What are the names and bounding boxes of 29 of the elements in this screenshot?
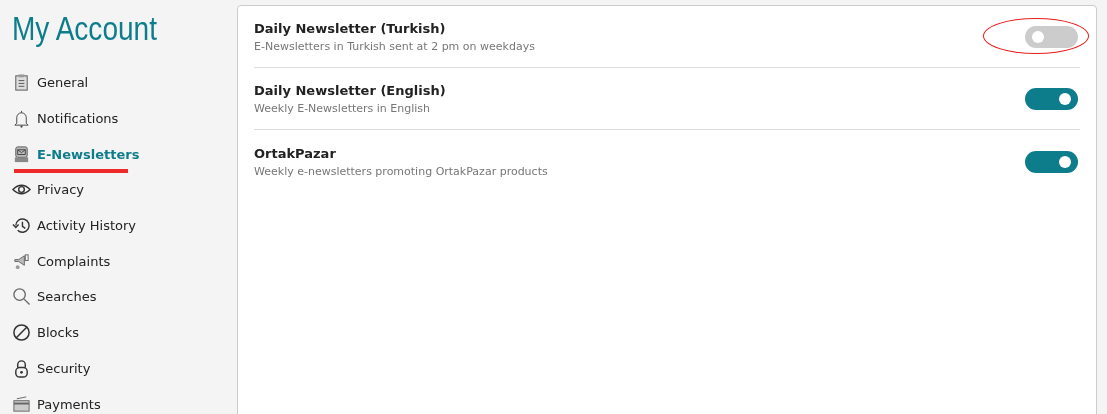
sidebar-item[interactable]: General — [12, 65, 237, 101]
sidebar-item[interactable]: E-Newsletters — [12, 136, 237, 173]
newsletter-title: Daily Newsletter (English) — [254, 82, 447, 98]
newsletter-description: Weekly e-newsletters promoting OrtakPazar products — [254, 165, 549, 178]
toggle-switch[interactable] — [1025, 151, 1078, 173]
sidebar-item[interactable]: Activity History — [12, 207, 237, 244]
sidebar-item[interactable]: Complaints — [12, 243, 237, 280]
sidebar-item[interactable]: Security — [12, 350, 237, 387]
search-icon — [12, 287, 31, 307]
newsletter-title: OrtakPazar — [254, 146, 337, 161]
newsletter-title: Daily Newsletter (Turkish) — [254, 20, 447, 36]
sidebar-item[interactable]: Searches — [12, 279, 237, 315]
padlock-icon — [12, 358, 31, 378]
toggle-switch[interactable] — [1025, 87, 1078, 110]
toggle-switch[interactable] — [1025, 25, 1078, 48]
page-title: My Account — [12, 10, 158, 48]
clipboard-icon — [12, 73, 31, 93]
history-icon — [12, 216, 31, 236]
sidebar-item[interactable]: Payments — [12, 386, 237, 414]
prohibited-icon — [12, 323, 31, 343]
sidebar-item[interactable]: Privacy — [12, 172, 237, 208]
megaphone-icon — [12, 251, 31, 271]
bell-icon — [12, 109, 31, 129]
sidebar-item[interactable]: Blocks — [12, 314, 237, 351]
newsletter-description: E-Newsletters in Turkish sent at 2 pm on weekdays — [254, 39, 536, 53]
mailbox-icon — [12, 144, 31, 164]
wallet-icon — [12, 394, 31, 414]
sidebar-item[interactable]: Notifications — [12, 100, 237, 137]
newsletter-description: Weekly E-Newsletters in English — [254, 101, 432, 115]
